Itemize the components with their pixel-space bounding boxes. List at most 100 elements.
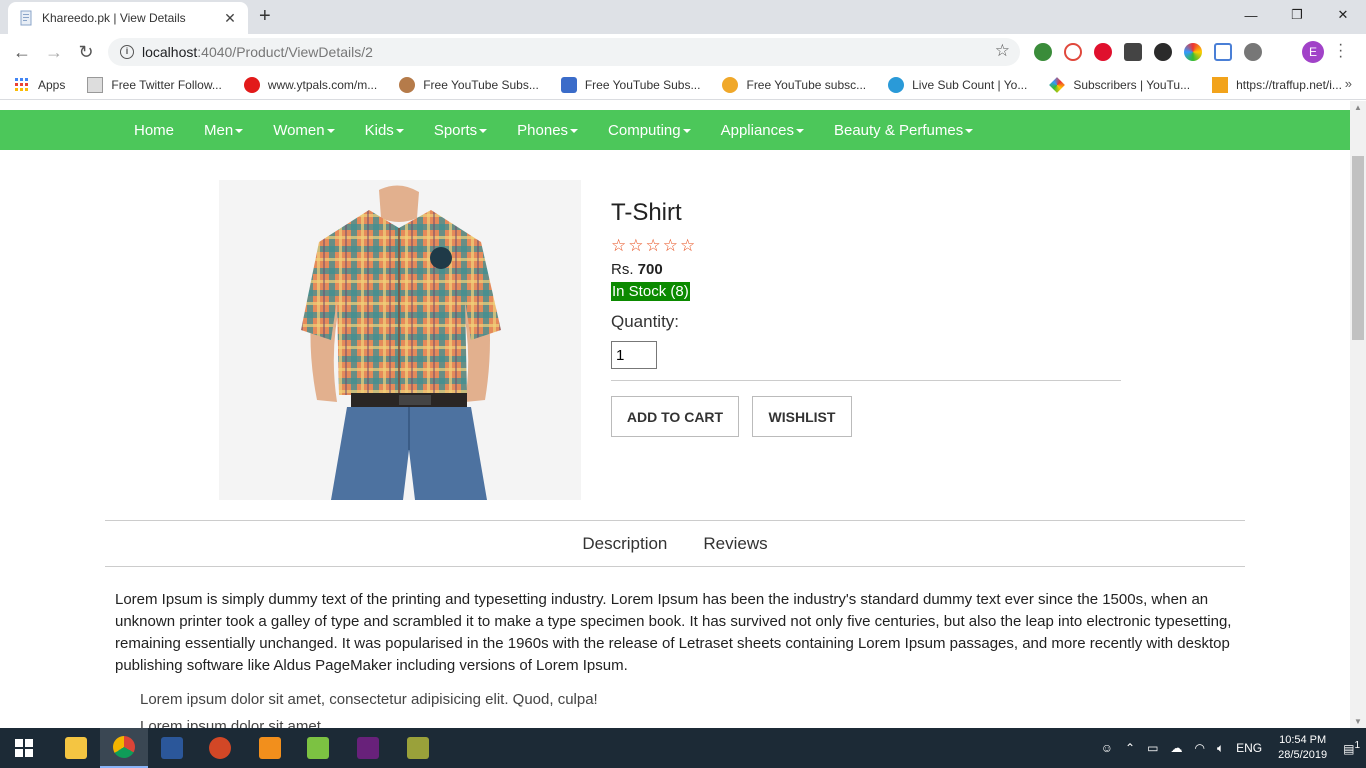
url-path: :4040/Product/ViewDetails/2: [197, 44, 373, 60]
extension-block-icon[interactable]: [1064, 43, 1082, 61]
nav-phones[interactable]: Phones: [502, 122, 593, 139]
nav-men[interactable]: Men: [189, 122, 258, 139]
dropdown-caret-icon: [479, 128, 488, 133]
bookmark-label: Apps: [38, 77, 66, 92]
bookmark-star-icon[interactable]: ☆: [995, 41, 1010, 61]
product-rating[interactable]: ☆ ☆ ☆ ☆ ☆: [611, 237, 695, 254]
ytpals-icon: [243, 76, 260, 93]
system-tray: ☺ ⌃ ▭ ☁ ◠ 🔈︎ ENG 10:54 PM 28/5/2019 ▤1: [1095, 728, 1366, 768]
extension-tb-icon[interactable]: [1124, 43, 1142, 61]
bookmark-twitter[interactable]: Free Twitter Follow...: [87, 76, 222, 93]
bookmark-label: Free YouTube Subs...: [423, 77, 539, 92]
add-to-cart-button[interactable]: ADD TO CART: [611, 396, 739, 437]
star-outline-icon[interactable]: ☆: [646, 237, 661, 254]
start-button[interactable]: [0, 728, 48, 768]
bookmark-label: Free Twitter Follow...: [111, 77, 222, 92]
divider: [611, 380, 1121, 381]
detail-tabs: Description Reviews: [105, 520, 1245, 567]
profile-avatar[interactable]: E: [1302, 41, 1324, 63]
scroll-thumb[interactable]: [1352, 156, 1364, 340]
star-outline-icon[interactable]: ☆: [611, 237, 626, 254]
nav-label: Home: [134, 121, 175, 139]
bookmark-youtube-subs-3[interactable]: Free YouTube subsc...: [722, 76, 866, 93]
bookmark-label: Live Sub Count | Yo...: [912, 77, 1028, 92]
back-icon[interactable]: ←: [10, 40, 34, 64]
star-outline-icon[interactable]: ☆: [680, 237, 695, 254]
tab-title: Khareedo.pk | View Details: [42, 11, 186, 25]
language-indicator[interactable]: ENG: [1236, 741, 1262, 755]
taskbar-word[interactable]: [148, 728, 196, 768]
bookmark-label: Subscribers | YouTu...: [1073, 77, 1191, 92]
wishlist-button[interactable]: WISHLIST: [752, 396, 852, 437]
taskbar-sublime[interactable]: [246, 728, 294, 768]
extension-color-icon[interactable]: [1184, 43, 1202, 61]
nav-sports[interactable]: Sports: [419, 122, 502, 139]
browser-toolbar: ← → ↻ i localhost:4040/Product/ViewDetai…: [0, 34, 1366, 70]
product-price: Rs. 700: [611, 261, 663, 278]
bookmark-traffup[interactable]: https://traffup.net/i...: [1212, 76, 1342, 93]
taskbar-visual-studio[interactable]: [344, 728, 392, 768]
taskbar-notepad[interactable]: [294, 728, 342, 768]
twitter-icon: [87, 76, 104, 93]
close-window-icon[interactable]: ✕: [1320, 0, 1366, 30]
tab-close-icon[interactable]: ✕: [222, 10, 238, 27]
bookmark-subscribers[interactable]: Subscribers | YouTu...: [1049, 76, 1191, 93]
extension-window-icon[interactable]: [1214, 43, 1232, 61]
people-icon[interactable]: ☺: [1101, 741, 1113, 755]
new-tab-icon[interactable]: +: [259, 5, 271, 28]
dropdown-caret-icon: [235, 128, 244, 133]
taskbar-file-explorer[interactable]: [52, 728, 100, 768]
notifications-icon[interactable]: ▤1: [1343, 740, 1360, 756]
bookmark-ytpals[interactable]: www.ytpals.com/m...: [243, 76, 377, 93]
bookmark-apps[interactable]: Apps: [14, 77, 65, 93]
star-outline-icon[interactable]: ☆: [628, 237, 643, 254]
extension-k-icon[interactable]: [1154, 43, 1172, 61]
bookmark-youtube-subs-1[interactable]: Free YouTube Subs...: [399, 76, 539, 93]
taskbar-tool[interactable]: [394, 728, 442, 768]
nav-home[interactable]: Home: [119, 122, 189, 139]
page-scrollbar[interactable]: ▲ ▼: [1350, 101, 1366, 728]
nav-label: Phones: [517, 121, 569, 139]
nav-women[interactable]: Women: [258, 122, 349, 139]
nav-label: Men: [204, 121, 234, 139]
nav-kids[interactable]: Kids: [350, 122, 419, 139]
forward-icon[interactable]: →: [42, 40, 66, 64]
restore-icon[interactable]: ❐: [1274, 0, 1320, 30]
taskbar-chrome[interactable]: [100, 728, 148, 768]
browser-menu-icon[interactable]: · · ·: [1338, 37, 1343, 65]
browser-tab[interactable]: Khareedo.pk | View Details ✕: [8, 2, 248, 34]
tray-expand-icon[interactable]: ⌃: [1125, 741, 1135, 755]
minimize-icon[interactable]: —: [1228, 0, 1274, 30]
volume-icon[interactable]: 🔈︎: [1217, 741, 1224, 756]
quantity-input[interactable]: [611, 341, 657, 369]
tab-description[interactable]: Description: [582, 534, 667, 554]
nav-beauty-perfumes[interactable]: Beauty & Perfumes: [819, 122, 988, 139]
star-outline-icon[interactable]: ☆: [663, 237, 678, 254]
clock-date: 28/5/2019: [1278, 749, 1328, 761]
wifi-icon[interactable]: ◠: [1194, 741, 1204, 755]
battery-icon[interactable]: ▭: [1147, 741, 1158, 755]
product-image[interactable]: [219, 180, 581, 500]
bookmarks-overflow-icon[interactable]: »: [1345, 76, 1352, 91]
bookmark-youtube-subs-2[interactable]: Free YouTube Subs...: [560, 76, 700, 93]
scroll-up-icon[interactable]: ▲: [1354, 103, 1362, 112]
list-item: Lorem ipsum dolor sit amet, consectetur …: [140, 691, 598, 708]
nav-appliances[interactable]: Appliances: [706, 122, 819, 139]
reload-icon[interactable]: ↻: [74, 40, 98, 64]
nav-label: Appliances: [720, 121, 794, 139]
taskbar-powerpoint[interactable]: [196, 728, 244, 768]
site-info-icon[interactable]: i: [120, 45, 134, 59]
nav-computing[interactable]: Computing: [593, 122, 706, 139]
extension-globe-icon[interactable]: [1034, 43, 1052, 61]
address-bar[interactable]: i localhost:4040/Product/ViewDetails/2 ☆: [108, 38, 1020, 66]
scroll-down-icon[interactable]: ▼: [1354, 717, 1362, 726]
extension-gear-icon[interactable]: [1244, 43, 1262, 61]
bookmark-live-sub-count[interactable]: Live Sub Count | Yo...: [888, 76, 1028, 93]
thumbs-up-icon: [560, 76, 577, 93]
tab-reviews[interactable]: Reviews: [703, 534, 767, 554]
extension-heart-icon[interactable]: [1094, 43, 1112, 61]
description-list: Lorem ipsum dolor sit amet, consectetur …: [140, 686, 598, 728]
chrome-icon: [113, 736, 135, 758]
onedrive-icon[interactable]: ☁: [1170, 741, 1182, 755]
clock[interactable]: 10:54 PM 28/5/2019: [1278, 733, 1327, 763]
